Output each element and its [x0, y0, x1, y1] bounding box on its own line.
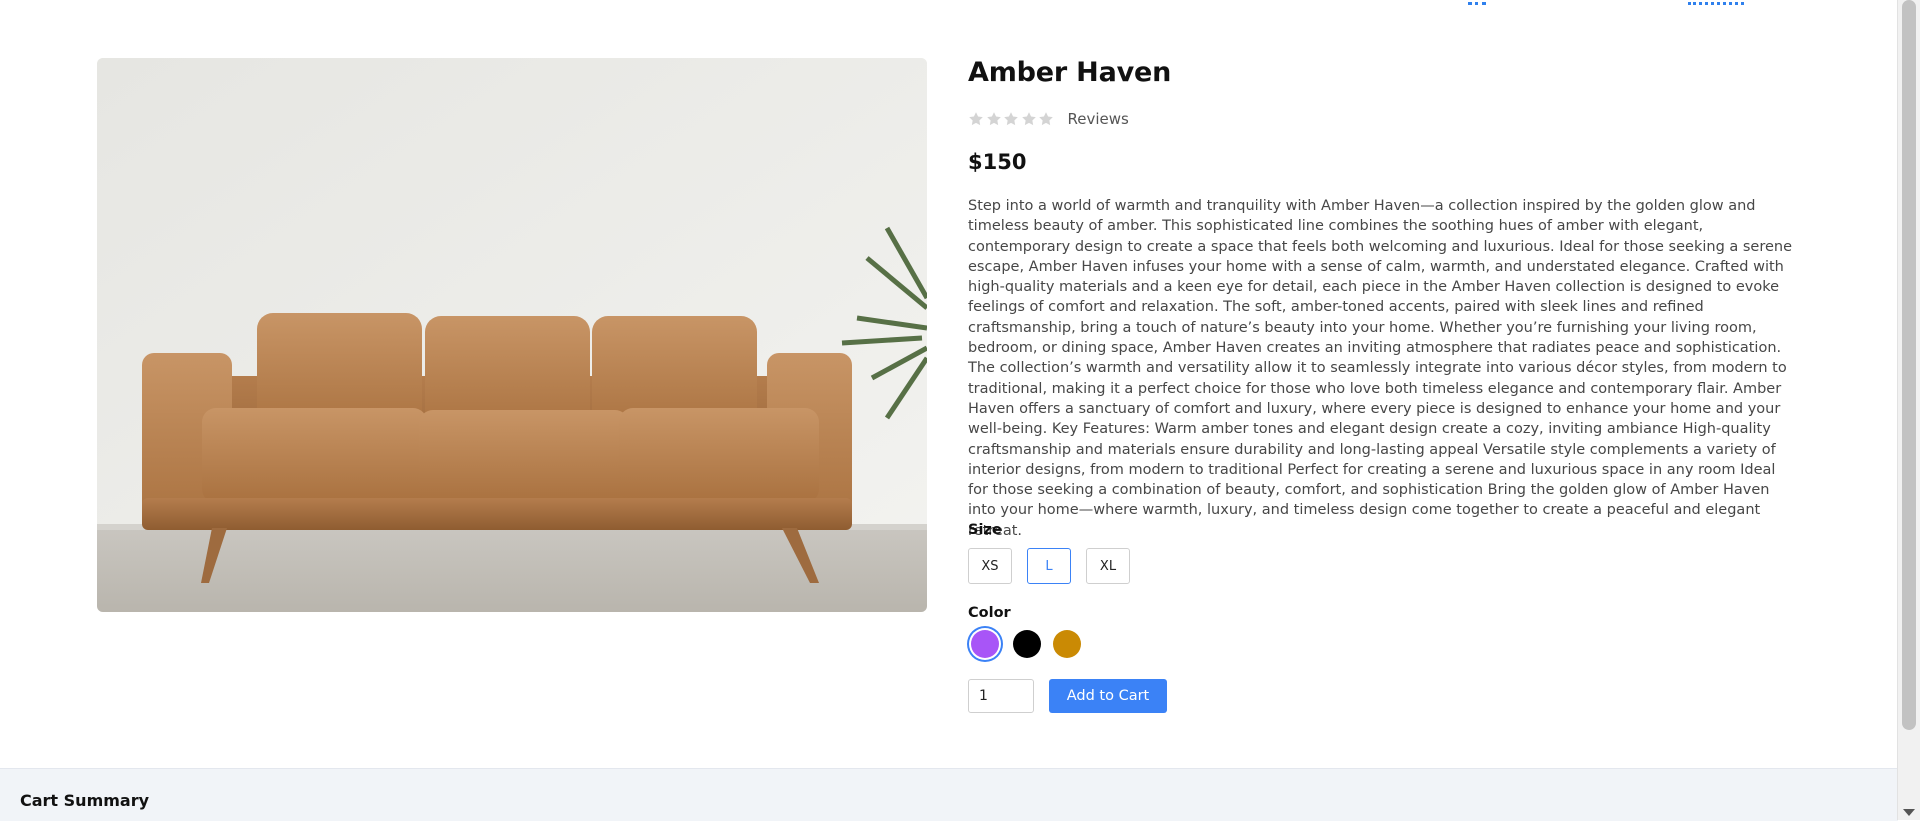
star-icon [968, 111, 984, 127]
sofa-photo [97, 58, 927, 612]
size-label: Size [968, 522, 1002, 538]
scrollbar-thumb[interactable] [1902, 0, 1916, 730]
scrollbar[interactable] [1897, 0, 1920, 820]
color-label: Color [968, 605, 1011, 621]
color-options [968, 630, 1093, 658]
cart-summary-title: Cart Summary [20, 791, 150, 810]
color-swatch-purple[interactable] [971, 630, 999, 658]
star-icon [1021, 111, 1037, 127]
color-swatch-black[interactable] [1013, 630, 1041, 658]
color-swatch-amber[interactable] [1053, 630, 1081, 658]
top-navigation-edge [0, 0, 1898, 5]
size-option-xs[interactable]: XS [968, 548, 1012, 584]
quantity-input[interactable] [968, 679, 1034, 713]
star-icon [986, 111, 1002, 127]
chevron-down-icon[interactable] [1903, 809, 1915, 816]
reviews-link[interactable]: Reviews [1068, 110, 1129, 128]
nav-link-fragment[interactable] [1468, 0, 1486, 5]
product-image [97, 58, 927, 612]
nav-link-fragment[interactable] [1688, 0, 1744, 5]
product-price: $150 [968, 150, 1027, 174]
size-option-l[interactable]: L [1027, 548, 1071, 584]
add-to-cart-button[interactable]: Add to Cart [1049, 679, 1167, 713]
cart-summary-panel[interactable]: Cart Summary [0, 768, 1898, 821]
star-icon [1038, 111, 1054, 127]
size-option-xl[interactable]: XL [1086, 548, 1130, 584]
rating-row: Reviews [968, 108, 1129, 130]
product-description: Step into a world of warmth and tranquil… [968, 198, 1793, 539]
product-info: Amber Haven Reviews $150 Step into a wor… [968, 56, 1798, 713]
star-icon [1003, 111, 1019, 127]
product-title: Amber Haven [968, 57, 1172, 88]
size-options: XS L XL [968, 548, 1145, 584]
